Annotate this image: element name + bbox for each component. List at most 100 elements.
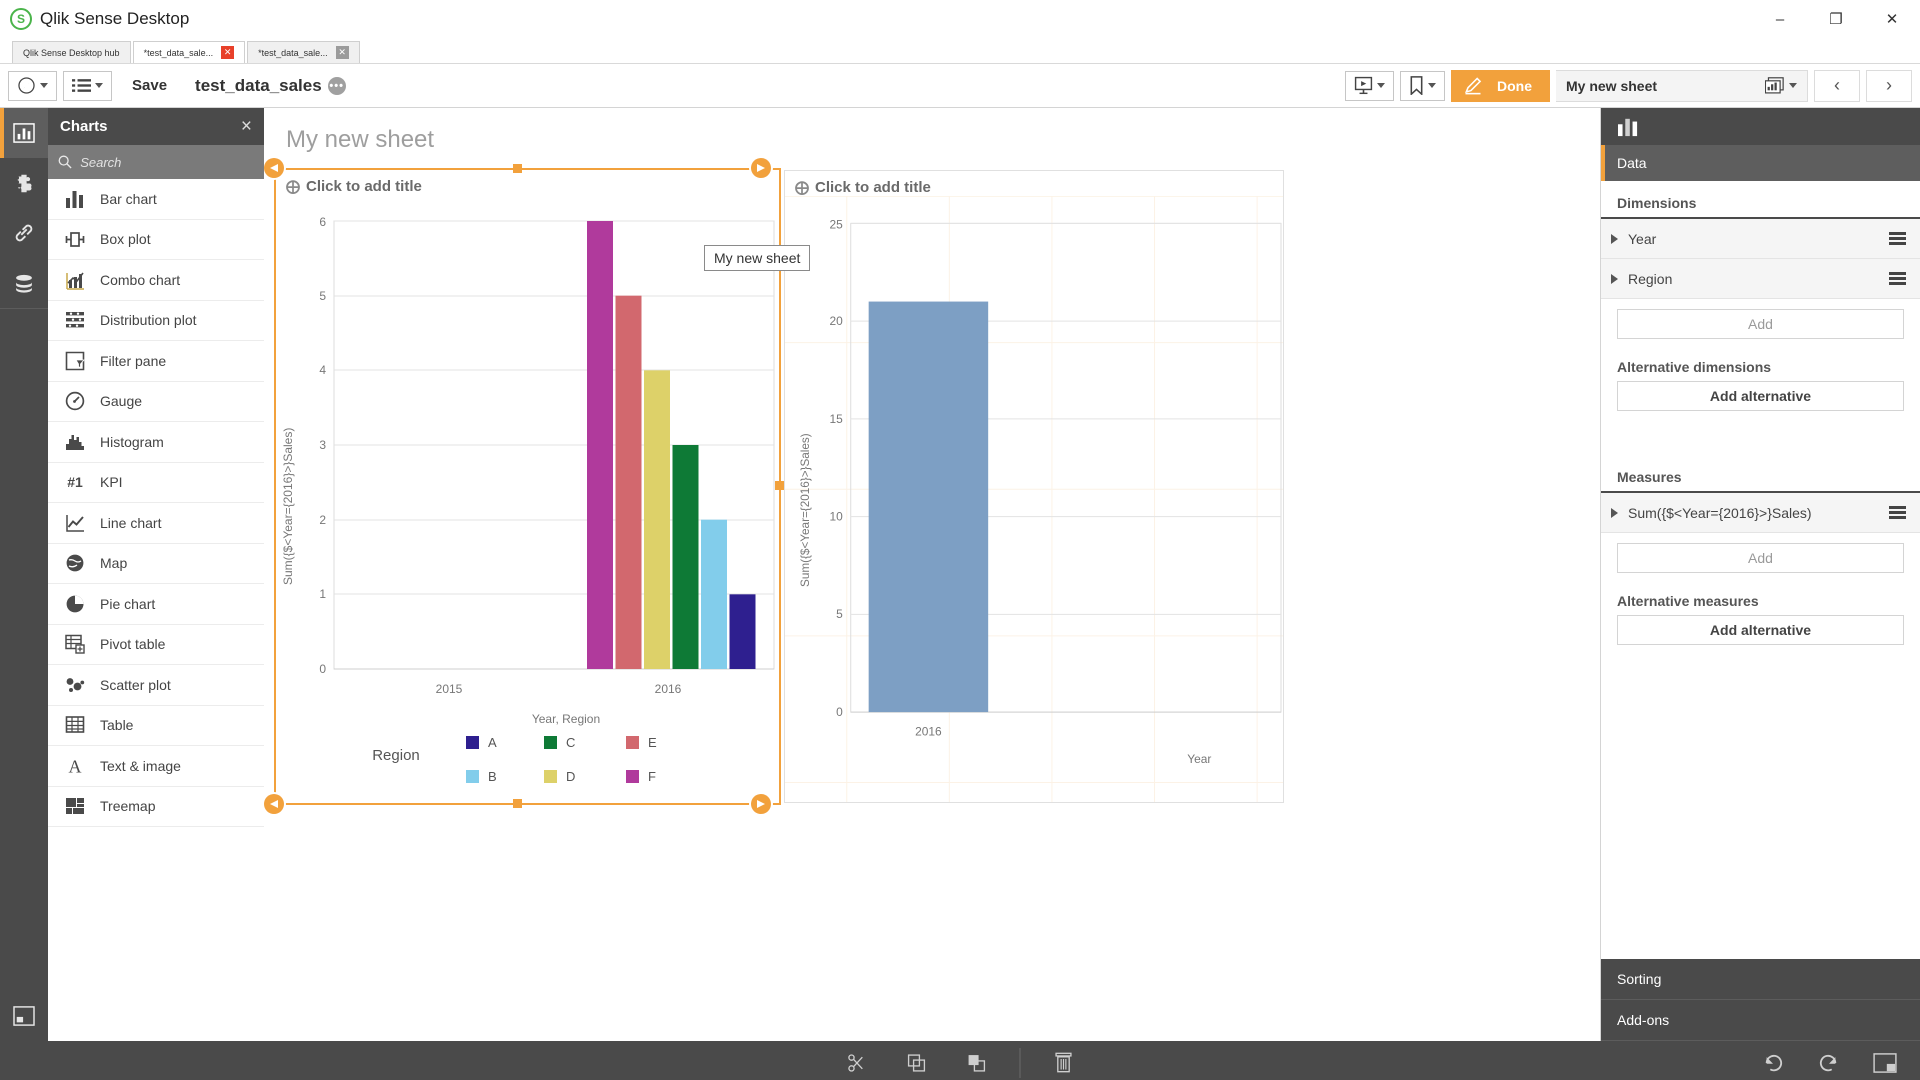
bar-B[interactable] bbox=[701, 519, 727, 669]
redo-button[interactable] bbox=[1812, 1048, 1846, 1078]
bar-chart-object-right[interactable]: ⨁ Click to add title Sum({$<Year={2016}>… bbox=[784, 170, 1284, 803]
rail-item-layout[interactable] bbox=[0, 991, 48, 1041]
maximize-button[interactable]: ❐ bbox=[1808, 0, 1864, 38]
resize-handle-top-middle[interactable] bbox=[513, 164, 522, 173]
section-sorting[interactable]: Sorting bbox=[1601, 959, 1920, 1000]
sheet-picker-button[interactable] bbox=[1765, 76, 1797, 95]
dimension-row-year[interactable]: Year bbox=[1601, 219, 1920, 259]
filter-pane-icon bbox=[64, 351, 86, 371]
chart-item-scatter-plot[interactable]: Scatter plot bbox=[48, 665, 264, 706]
close-button[interactable]: ✕ bbox=[1864, 0, 1920, 38]
tab-hub[interactable]: Qlik Sense Desktop hub bbox=[12, 41, 131, 63]
tab-app-2[interactable]: *test_data_sale... ✕ bbox=[247, 41, 360, 63]
cut-button[interactable] bbox=[840, 1048, 874, 1078]
chart-item-pivot-table[interactable]: Pivot table bbox=[48, 625, 264, 665]
rail-item-fields[interactable] bbox=[0, 258, 48, 308]
bar-A[interactable] bbox=[729, 594, 756, 669]
minimize-button[interactable]: – bbox=[1752, 0, 1808, 38]
properties-panel-header bbox=[1601, 108, 1920, 145]
chart-item-histogram[interactable]: Histogram bbox=[48, 422, 264, 463]
chart-item-table[interactable]: Table bbox=[48, 706, 264, 746]
search-input[interactable] bbox=[80, 154, 254, 170]
charts-search-bar[interactable] bbox=[48, 145, 264, 179]
bar-C[interactable] bbox=[672, 445, 699, 669]
rail-item-custom-objects[interactable] bbox=[0, 158, 48, 208]
right-bar-series bbox=[868, 301, 989, 713]
chart-item-treemap[interactable]: Treemap bbox=[48, 787, 264, 827]
tab-data[interactable]: Data bbox=[1601, 145, 1920, 181]
previous-sheet-button[interactable]: ‹ bbox=[1814, 69, 1860, 102]
tab-close-icon[interactable]: ✕ bbox=[221, 46, 235, 59]
chart-title-placeholder-right[interactable]: ⨁ Click to add title bbox=[785, 171, 1283, 196]
chart-item-combo-chart[interactable]: Combo chart bbox=[48, 260, 264, 301]
chart-item-box-plot[interactable]: Box plot bbox=[48, 220, 264, 260]
add-alternative-measure-button[interactable]: Add alternative bbox=[1617, 615, 1904, 645]
add-measure-button[interactable]: Add bbox=[1617, 543, 1904, 573]
legend-swatch-F[interactable] bbox=[626, 770, 639, 783]
app-menu-icon[interactable]: ••• bbox=[327, 76, 346, 95]
rail-item-master-items[interactable] bbox=[0, 208, 48, 258]
sheets-menu-button[interactable] bbox=[63, 70, 112, 101]
bar-2016[interactable] bbox=[868, 301, 989, 713]
bookmarks-button[interactable] bbox=[1400, 70, 1445, 101]
bar-F[interactable] bbox=[587, 221, 613, 669]
kpi-icon: #1 bbox=[64, 472, 86, 492]
fullscreen-button[interactable] bbox=[1868, 1048, 1902, 1078]
chart-title-placeholder-left[interactable]: ⨁ Click to add title bbox=[276, 170, 780, 195]
drag-handle-icon[interactable] bbox=[1889, 272, 1906, 285]
chart-item-line-chart[interactable]: Line chart bbox=[48, 503, 264, 544]
rail-item-charts[interactable] bbox=[0, 108, 48, 158]
resize-handle-bottom-right[interactable] bbox=[751, 794, 771, 814]
legend-swatch-B[interactable] bbox=[466, 770, 479, 783]
bar-E[interactable] bbox=[615, 295, 642, 669]
storytelling-button[interactable] bbox=[1345, 70, 1394, 101]
legend-swatch-D[interactable] bbox=[544, 770, 557, 783]
app-name: test_data_sales ••• bbox=[195, 76, 346, 96]
sheet-name-display[interactable]: My new sheet bbox=[1556, 69, 1808, 102]
chart-item-kpi[interactable]: #1 KPI bbox=[48, 463, 264, 503]
add-alternative-dimension-button[interactable]: Add alternative bbox=[1617, 381, 1904, 411]
measure-row-sales[interactable]: Sum({$<Year={2016}>}Sales) bbox=[1601, 493, 1920, 533]
save-button[interactable]: Save bbox=[118, 70, 182, 101]
done-button[interactable]: Done bbox=[1451, 69, 1550, 102]
expand-icon[interactable] bbox=[1611, 273, 1618, 284]
sheet-title[interactable]: My new sheet bbox=[264, 108, 1600, 160]
legend-swatch-C[interactable] bbox=[544, 736, 557, 749]
resize-handle-top-right[interactable] bbox=[751, 158, 771, 178]
bar-D[interactable] bbox=[644, 370, 670, 669]
resize-handle-top-left[interactable] bbox=[264, 158, 284, 178]
tab-close-icon[interactable]: ✕ bbox=[335, 46, 349, 59]
chart-item-gauge[interactable]: Gauge bbox=[48, 382, 264, 422]
navigation-menu-button[interactable] bbox=[8, 70, 57, 101]
resize-handle-bottom-left[interactable] bbox=[264, 794, 284, 814]
undo-icon bbox=[1765, 1054, 1783, 1071]
chart-item-map[interactable]: Map bbox=[48, 544, 264, 584]
legend-swatch-E[interactable] bbox=[626, 736, 639, 749]
next-sheet-button[interactable]: › bbox=[1866, 69, 1912, 102]
chart-item-label: Combo chart bbox=[100, 271, 181, 288]
resize-handle-right-middle[interactable] bbox=[775, 481, 784, 490]
master-items-icon bbox=[15, 224, 33, 242]
tab-app-1[interactable]: *test_data_sale... ✕ bbox=[132, 41, 246, 63]
legend-swatch-A[interactable] bbox=[466, 736, 479, 749]
chart-item-distribution-plot[interactable]: Distribution plot bbox=[48, 301, 264, 341]
chart-item-bar-chart[interactable]: Bar chart bbox=[48, 179, 264, 220]
section-add-ons[interactable]: Add-ons bbox=[1601, 1000, 1920, 1041]
paste-button[interactable] bbox=[960, 1048, 994, 1078]
chart-item-filter-pane[interactable]: Filter pane bbox=[48, 341, 264, 382]
resize-handle-bottom-middle[interactable] bbox=[513, 799, 522, 808]
close-icon[interactable]: × bbox=[241, 116, 252, 138]
dimension-label: Region bbox=[1628, 270, 1673, 287]
expand-icon[interactable] bbox=[1611, 507, 1618, 518]
drag-handle-icon[interactable] bbox=[1889, 232, 1906, 245]
chart-item-label: Bar chart bbox=[100, 190, 157, 207]
chart-item-text-image[interactable]: A Text & image bbox=[48, 746, 264, 787]
delete-button[interactable] bbox=[1047, 1048, 1081, 1078]
undo-button[interactable] bbox=[1756, 1048, 1790, 1078]
dimension-row-region[interactable]: Region bbox=[1601, 259, 1920, 299]
expand-icon[interactable] bbox=[1611, 233, 1618, 244]
copy-button[interactable] bbox=[900, 1048, 934, 1078]
chart-item-pie-chart[interactable]: Pie chart bbox=[48, 584, 264, 625]
drag-handle-icon[interactable] bbox=[1889, 506, 1906, 519]
add-dimension-button[interactable]: Add bbox=[1617, 309, 1904, 339]
